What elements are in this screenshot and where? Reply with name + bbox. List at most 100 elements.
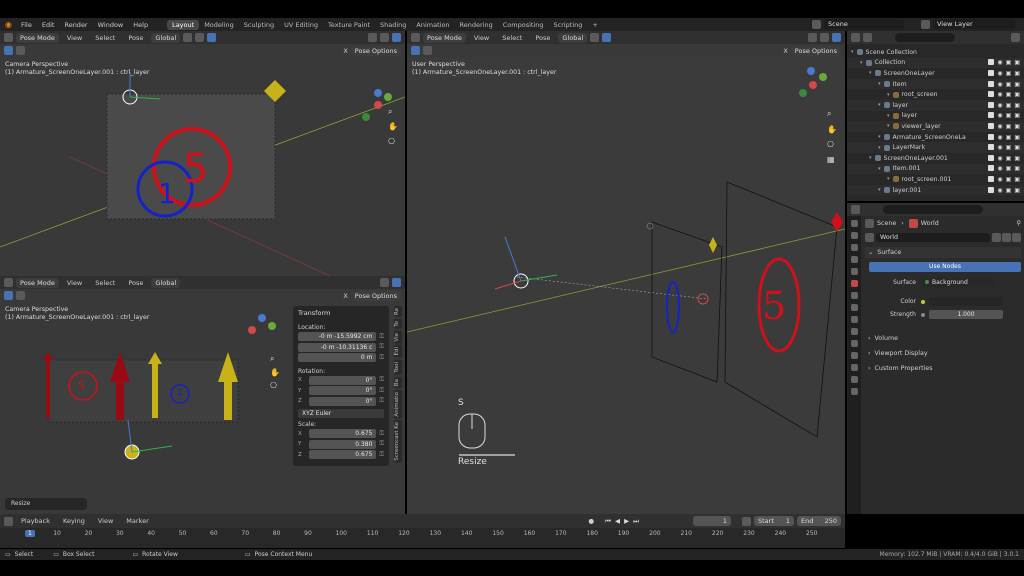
- outliner-row[interactable]: ▾ Collection ◉ ▣ ▣: [847, 57, 1024, 69]
- expand-arrow-icon[interactable]: ▾: [869, 70, 872, 76]
- camera-icon[interactable]: ⎔: [270, 381, 280, 390]
- physics-icon[interactable]: [850, 340, 858, 347]
- start-frame-field[interactable]: Start 1: [754, 516, 794, 526]
- properties-section-volume[interactable]: › Volume: [865, 331, 1021, 346]
- outliner-row[interactable]: ▾ layer ◉ ▣ ▣: [847, 99, 1024, 111]
- lock-icon[interactable]: ⚿: [379, 343, 384, 351]
- transform-value-field[interactable]: 0.675: [309, 429, 377, 438]
- tool-icon[interactable]: [850, 220, 858, 227]
- shading-material-icon[interactable]: [832, 33, 841, 42]
- lock-icon[interactable]: ⚿: [379, 333, 384, 341]
- pan-hand-icon[interactable]: ✋: [827, 125, 837, 134]
- select-box-icon[interactable]: [411, 46, 420, 55]
- orientation-selector[interactable]: Global: [558, 32, 588, 43]
- eye-icon[interactable]: ◉: [997, 134, 1002, 141]
- properties-section-custom-properties[interactable]: › Custom Properties: [865, 361, 1021, 376]
- sidebar-tab[interactable]: Vie: [394, 330, 402, 344]
- select-mode-icon[interactable]: [423, 46, 432, 55]
- select-box-icon[interactable]: [4, 291, 13, 300]
- select-box-icon[interactable]: [4, 46, 13, 55]
- checkbox-icon[interactable]: [988, 80, 995, 87]
- menu-select[interactable]: Select: [90, 279, 120, 287]
- checkbox-icon[interactable]: [988, 144, 995, 151]
- lock-icon[interactable]: ⚿: [379, 387, 384, 395]
- checkbox-icon[interactable]: [988, 69, 995, 76]
- eye-icon[interactable]: ◉: [997, 70, 1002, 77]
- pan-hand-icon[interactable]: ✋: [270, 368, 280, 377]
- tab-animation[interactable]: Animation: [411, 20, 454, 30]
- menu-help[interactable]: Help: [128, 21, 153, 29]
- orientation-selector[interactable]: Global: [151, 32, 181, 43]
- menu-pose[interactable]: Pose: [123, 34, 148, 42]
- clock-icon[interactable]: [742, 516, 751, 526]
- monitor-icon[interactable]: ▣: [1006, 187, 1012, 194]
- render-icon[interactable]: [850, 232, 858, 239]
- menu-view[interactable]: View: [62, 34, 87, 42]
- select-mode-icon[interactable]: [16, 291, 25, 300]
- display-mode-icon[interactable]: [863, 33, 872, 42]
- camera-icon[interactable]: ▣: [1014, 59, 1020, 66]
- checkbox-icon[interactable]: [988, 186, 995, 193]
- surface-panel-header[interactable]: ⌄ Surface: [865, 247, 1021, 258]
- outliner-row[interactable]: ▾ viewer_layer ◉ ▣ ▣: [847, 121, 1024, 132]
- tab-layout[interactable]: Layout: [167, 19, 200, 30]
- strength-field[interactable]: 1.000: [929, 310, 1003, 320]
- checkbox-icon[interactable]: [988, 122, 995, 129]
- scene-selector[interactable]: Scene: [824, 19, 904, 29]
- pose-options-button[interactable]: Pose Options: [790, 45, 841, 56]
- unlink-world-icon[interactable]: [1012, 233, 1021, 243]
- pivot-icon[interactable]: [183, 33, 193, 42]
- lock-icon[interactable]: ⚿: [379, 376, 384, 384]
- color-swatch[interactable]: [929, 297, 1003, 307]
- monitor-icon[interactable]: ▣: [1006, 123, 1012, 130]
- menu-file[interactable]: File: [16, 21, 37, 29]
- sidebar-tab[interactable]: Edi: [394, 345, 402, 358]
- menu-pose[interactable]: Pose: [530, 34, 555, 42]
- editor-type-icon[interactable]: [411, 33, 420, 42]
- constraints-icon[interactable]: [850, 352, 858, 359]
- pan-hand-icon[interactable]: ✋: [388, 122, 398, 131]
- checkbox-icon[interactable]: [988, 154, 995, 161]
- transform-value-field[interactable]: 0°: [309, 386, 377, 395]
- eye-icon[interactable]: ◉: [997, 81, 1002, 88]
- editor-type-icon[interactable]: [851, 205, 860, 214]
- current-frame-field[interactable]: 1: [693, 516, 731, 526]
- last-operator-panel[interactable]: Resize: [5, 498, 87, 510]
- rotation-mode-select[interactable]: XYZ Euler: [298, 409, 384, 418]
- tab-scripting[interactable]: Scripting: [549, 20, 588, 30]
- use-nodes-button[interactable]: Use Nodes: [869, 261, 1021, 272]
- monitor-icon[interactable]: ▣: [1006, 59, 1012, 66]
- outliner-row[interactable]: ▾ Item ◉ ▣ ▣: [847, 78, 1024, 90]
- outliner-row[interactable]: ▾ layer ◉ ▣ ▣: [847, 111, 1024, 122]
- properties-search-input[interactable]: [883, 205, 983, 214]
- monitor-icon[interactable]: ▣: [1006, 134, 1012, 141]
- checkbox-icon[interactable]: [988, 91, 995, 98]
- menu-select[interactable]: Select: [497, 34, 527, 42]
- menu-pose[interactable]: Pose: [123, 279, 148, 287]
- checkbox-icon[interactable]: [988, 59, 995, 66]
- fake-user-icon[interactable]: [992, 233, 1001, 243]
- orientation-selector[interactable]: Global: [151, 277, 181, 288]
- shading-solid-icon[interactable]: [380, 33, 389, 42]
- eye-icon[interactable]: ◉: [997, 102, 1002, 109]
- texture-icon[interactable]: [850, 388, 858, 395]
- new-world-icon[interactable]: [1002, 233, 1011, 243]
- eye-icon[interactable]: ◉: [997, 165, 1002, 172]
- checkbox-icon[interactable]: [988, 165, 995, 172]
- timeline-ruler[interactable]: 1 10 20 30 40 50 60 70 80 90 100 110 120 130 140 150 160…: [0, 528, 845, 548]
- transform-value-field[interactable]: -0 m -10.31136 c: [298, 342, 377, 352]
- view-layer-icon[interactable]: [850, 256, 858, 263]
- camera-icon[interactable]: ▣: [1014, 134, 1020, 141]
- viewport-canvas[interactable]: 5 1 Camera Perspective (1) Armature_Scre…: [0, 302, 405, 514]
- transform-value-field[interactable]: 0°: [309, 375, 377, 385]
- mode-selector[interactable]: Pose Mode: [16, 277, 59, 288]
- lock-icon[interactable]: ⚿: [379, 440, 384, 448]
- camera-icon[interactable]: ▣: [1014, 187, 1020, 194]
- blender-logo-icon[interactable]: ◉: [0, 20, 16, 29]
- object-icon[interactable]: [850, 304, 858, 311]
- add-workspace-button[interactable]: +: [587, 20, 602, 30]
- monitor-icon[interactable]: ▣: [1006, 112, 1012, 119]
- outliner-row[interactable]: ▾ layer.001 ◉ ▣ ▣: [847, 184, 1024, 196]
- menu-window[interactable]: Window: [93, 21, 129, 29]
- lock-icon[interactable]: ⚿: [379, 430, 384, 438]
